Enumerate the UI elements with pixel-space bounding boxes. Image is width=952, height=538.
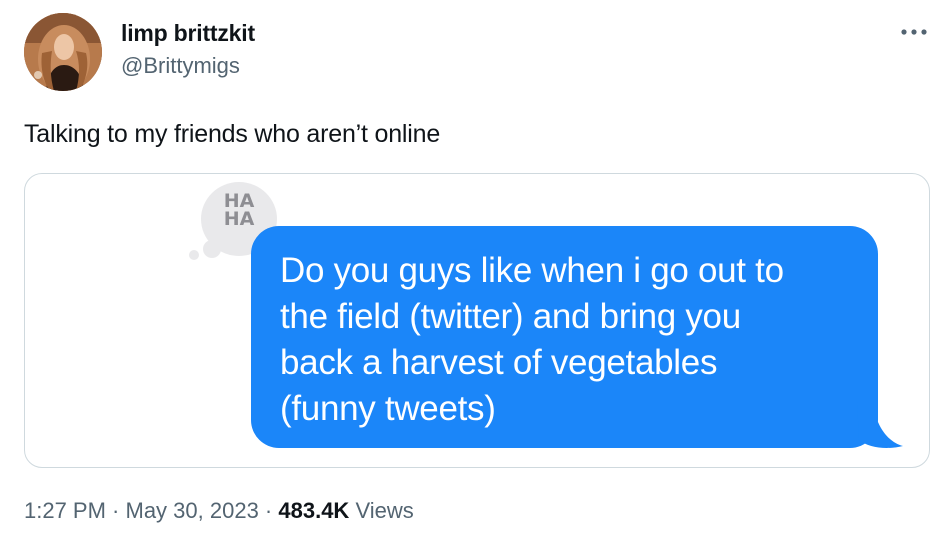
- avatar[interactable]: [24, 13, 102, 91]
- meta-separator: ·: [258, 498, 279, 523]
- media-card[interactable]: HA HA Do you guys like when i go out to …: [24, 173, 930, 468]
- views-count[interactable]: 483.4K: [278, 498, 349, 523]
- display-name[interactable]: limp brittzkit: [121, 20, 255, 47]
- tweet-time[interactable]: 1:27 PM: [24, 498, 106, 523]
- tweet-date[interactable]: May 30, 2023: [126, 498, 259, 523]
- message-line-1: Do you guys like when i go out to: [280, 251, 784, 290]
- views-label: Views: [349, 498, 414, 523]
- username-handle[interactable]: @Brittymigs: [121, 53, 240, 79]
- message-text: Do you guys like when i go out to the fi…: [280, 248, 854, 432]
- meta-separator: ·: [105, 498, 126, 523]
- more-horizontal-icon: [901, 29, 927, 35]
- message-line-2: the field (twitter) and bring you: [280, 297, 741, 336]
- message-bubble: Do you guys like when i go out to the fi…: [251, 226, 878, 448]
- message-line-4: (funny tweets): [280, 389, 496, 428]
- message-bubble-tail: [857, 402, 903, 448]
- more-options-button[interactable]: [897, 22, 931, 42]
- haha-line-2: HA: [223, 208, 255, 230]
- tweet-text: Talking to my friends who aren’t online: [24, 120, 441, 148]
- haha-reaction-icon: HA HA: [201, 192, 277, 230]
- tweet-meta: 1:27 PM · May 30, 2023 · 483.4K Views: [24, 498, 414, 524]
- tapback-dot-small: [189, 250, 199, 260]
- message-line-3: back a harvest of vegetables: [280, 343, 718, 382]
